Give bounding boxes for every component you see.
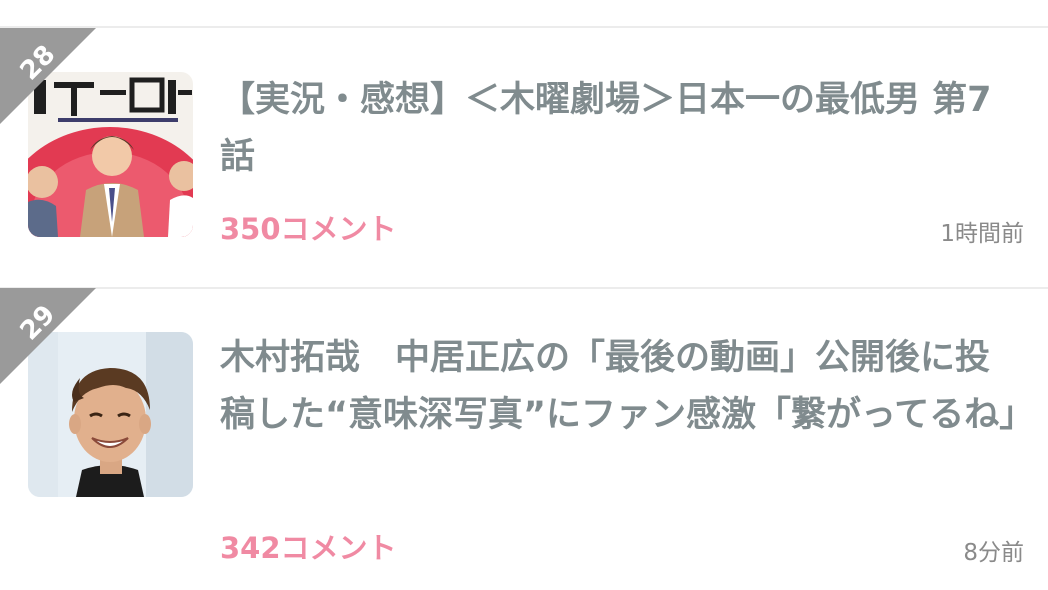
time-ago: 8分前: [963, 540, 1024, 566]
rank-badge: 28: [0, 28, 96, 124]
list-item[interactable]: 28 【実況・感想】＜木曜劇場＞日本一の最低男 第7話 350コメント 1時間前: [0, 28, 1048, 286]
comment-count: 350コメント: [220, 212, 397, 246]
comment-count: 342コメント: [220, 531, 397, 565]
topic-title[interactable]: 木村拓哉 中居正広の「最後の動画」公開後に投稿した“意味深写真”にファン感激「繋…: [220, 330, 1034, 444]
time-ago: 1時間前: [940, 221, 1024, 247]
list-item[interactable]: 29 木村拓哉 中居正広の「最後の動画」公開後に投稿した“意味深写真”にファン感…: [0, 288, 1048, 590]
topic-title[interactable]: 【実況・感想】＜木曜劇場＞日本一の最低男 第7話: [220, 72, 1020, 186]
topic-ranking-list: 28 【実況・感想】＜木曜劇場＞日本一の最低男 第7話 350コメント 1時間前…: [0, 0, 1048, 590]
rank-badge: 29: [0, 288, 96, 384]
